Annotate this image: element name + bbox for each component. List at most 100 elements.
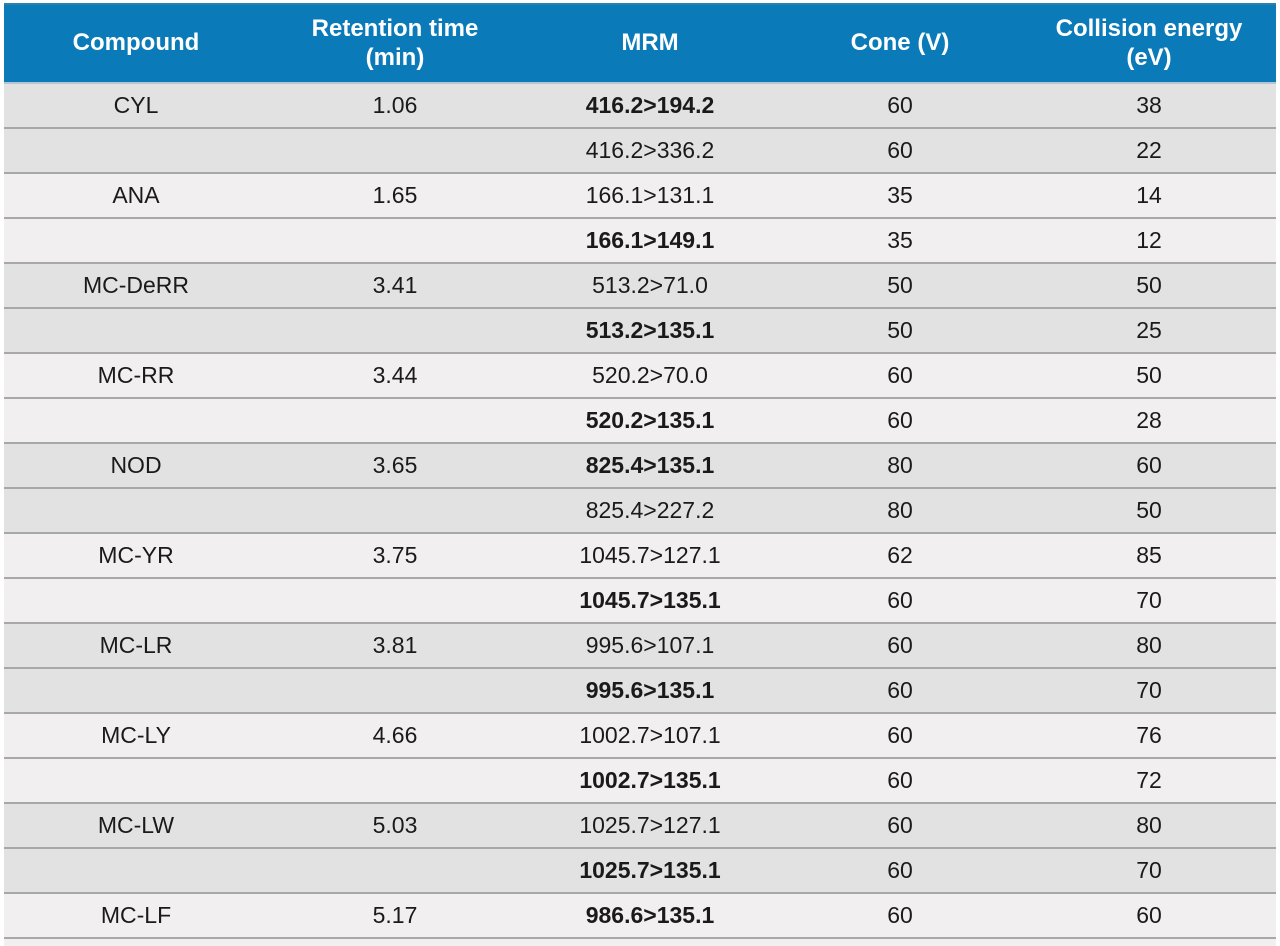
mrm-transitions-table: Compound Retention time (min) MRM Cone (… <box>4 3 1276 946</box>
table-row: 995.6>135.1 60 70 <box>4 667 1276 713</box>
table-row: 416.2>336.2 60 22 <box>4 127 1276 173</box>
cell-collision-energy: 14 <box>1022 172 1276 218</box>
column-header-retention-time-line1: Retention time <box>311 15 479 43</box>
cell-mrm: 995.6>135.1 <box>522 667 778 713</box>
table-row: 166.1>149.1 35 12 <box>4 217 1276 263</box>
cell-compound: NOD <box>4 442 268 488</box>
cell-retention-time <box>268 127 522 173</box>
cell-collision-energy: 72 <box>1022 757 1276 803</box>
cell-retention-time <box>268 487 522 533</box>
cell-retention-time <box>268 667 522 713</box>
cell-retention-time: 1.06 <box>268 82 522 128</box>
cell-collision-energy: 50 <box>1022 937 1276 946</box>
column-header-collision-energy: Collision energy (eV) <box>1022 3 1276 83</box>
table-row: 825.4>227.2 80 50 <box>4 487 1276 533</box>
cell-mrm: 513.2>71.0 <box>522 262 778 308</box>
column-header-mrm-line1: MRM <box>621 29 679 57</box>
cell-mrm: 416.2>336.2 <box>522 127 778 173</box>
cell-compound: MC-LR <box>4 622 268 668</box>
cell-cone: 60 <box>778 127 1022 173</box>
cell-collision-energy: 80 <box>1022 622 1276 668</box>
cell-compound <box>4 667 268 713</box>
cell-retention-time: 5.17 <box>268 892 522 938</box>
cell-compound <box>4 127 268 173</box>
cell-mrm: 1002.7>107.1 <box>522 712 778 758</box>
cell-mrm: 1045.7>135.1 <box>522 577 778 623</box>
cell-cone: 50 <box>778 307 1022 353</box>
column-header-cone: Cone (V) <box>778 3 1022 83</box>
cell-retention-time <box>268 217 522 263</box>
cell-cone: 60 <box>778 847 1022 893</box>
cell-compound: MC-LF <box>4 892 268 938</box>
cell-mrm: 995.6>107.1 <box>522 622 778 668</box>
cell-mrm: 1025.7>127.1 <box>522 802 778 848</box>
cell-cone: 60 <box>778 892 1022 938</box>
cell-mrm: 520.2>135.1 <box>522 397 778 443</box>
cell-cone: 35 <box>778 172 1022 218</box>
cell-mrm: 416.2>194.2 <box>522 82 778 128</box>
cell-cone: 60 <box>778 937 1022 946</box>
cell-collision-energy: 60 <box>1022 892 1276 938</box>
table-row: MC-RR 3.44 520.2>70.0 60 50 <box>4 352 1276 398</box>
cell-cone: 62 <box>778 532 1022 578</box>
cell-compound: MC-LW <box>4 802 268 848</box>
table-row: MC-DeRR 3.41 513.2>71.0 50 50 <box>4 262 1276 308</box>
cell-cone: 35 <box>778 217 1022 263</box>
cell-compound <box>4 487 268 533</box>
table-row: 986.6>249.26050 <box>4 937 1276 946</box>
cell-collision-energy: 50 <box>1022 352 1276 398</box>
cell-retention-time: 5.03 <box>268 802 522 848</box>
column-header-compound: Compound <box>4 3 268 83</box>
cell-collision-energy: 28 <box>1022 397 1276 443</box>
cell-cone: 80 <box>778 442 1022 488</box>
column-header-collision-energy-line1: Collision energy <box>1055 15 1243 43</box>
cell-collision-energy: 70 <box>1022 847 1276 893</box>
cell-collision-energy: 50 <box>1022 487 1276 533</box>
table-row: 1045.7>135.1 60 70 <box>4 577 1276 623</box>
cell-retention-time <box>268 307 522 353</box>
cell-mrm: 513.2>135.1 <box>522 307 778 353</box>
cell-compound <box>4 937 268 946</box>
cell-cone: 60 <box>778 352 1022 398</box>
cell-collision-energy: 22 <box>1022 127 1276 173</box>
cell-retention-time <box>268 847 522 893</box>
cell-cone: 60 <box>778 577 1022 623</box>
column-header-retention-time: Retention time (min) <box>268 3 522 83</box>
table-row: 1002.7>135.1 60 72 <box>4 757 1276 803</box>
cell-cone: 50 <box>778 262 1022 308</box>
column-header-mrm: MRM <box>522 3 778 83</box>
cell-mrm: 1045.7>127.1 <box>522 532 778 578</box>
cell-compound <box>4 217 268 263</box>
cell-cone: 60 <box>778 667 1022 713</box>
table-body: CYL 1.06 416.2>194.2 60 38 416.2>336.2 60 22 ANA… <box>4 82 1276 946</box>
table-row: 520.2>135.1 60 28 <box>4 397 1276 443</box>
cell-collision-energy: 60 <box>1022 442 1276 488</box>
column-header-compound-line1: Compound <box>72 29 200 57</box>
table-row: MC-YR 3.75 1045.7>127.1 62 85 <box>4 532 1276 578</box>
header-row: Compound Retention time (min) MRM Cone (… <box>4 3 1276 83</box>
table-row: NOD 3.65 825.4>135.1 80 60 <box>4 442 1276 488</box>
cell-retention-time <box>268 577 522 623</box>
cell-cone: 60 <box>778 397 1022 443</box>
cell-cone: 80 <box>778 487 1022 533</box>
cell-retention-time: 3.41 <box>268 262 522 308</box>
table-header: Compound Retention time (min) MRM Cone (… <box>4 3 1276 83</box>
column-header-collision-energy-line2: (eV) <box>1126 43 1172 71</box>
cell-retention-time: 4.66 <box>268 712 522 758</box>
cell-cone: 60 <box>778 622 1022 668</box>
cell-retention-time: 3.44 <box>268 352 522 398</box>
column-header-retention-time-line2: (min) <box>365 43 425 71</box>
cell-mrm: 166.1>131.1 <box>522 172 778 218</box>
cell-retention-time: 3.75 <box>268 532 522 578</box>
cell-collision-energy: 25 <box>1022 307 1276 353</box>
cell-compound <box>4 847 268 893</box>
cell-cone: 60 <box>778 757 1022 803</box>
cell-retention-time: 1.65 <box>268 172 522 218</box>
cell-mrm: 1002.7>135.1 <box>522 757 778 803</box>
cell-retention-time: 3.65 <box>268 442 522 488</box>
table-row: MC-LR 3.81 995.6>107.1 60 80 <box>4 622 1276 668</box>
cell-retention-time <box>268 937 522 946</box>
table-row: MC-LW 5.03 1025.7>127.1 60 80 <box>4 802 1276 848</box>
cell-collision-energy: 70 <box>1022 667 1276 713</box>
cell-collision-energy: 80 <box>1022 802 1276 848</box>
